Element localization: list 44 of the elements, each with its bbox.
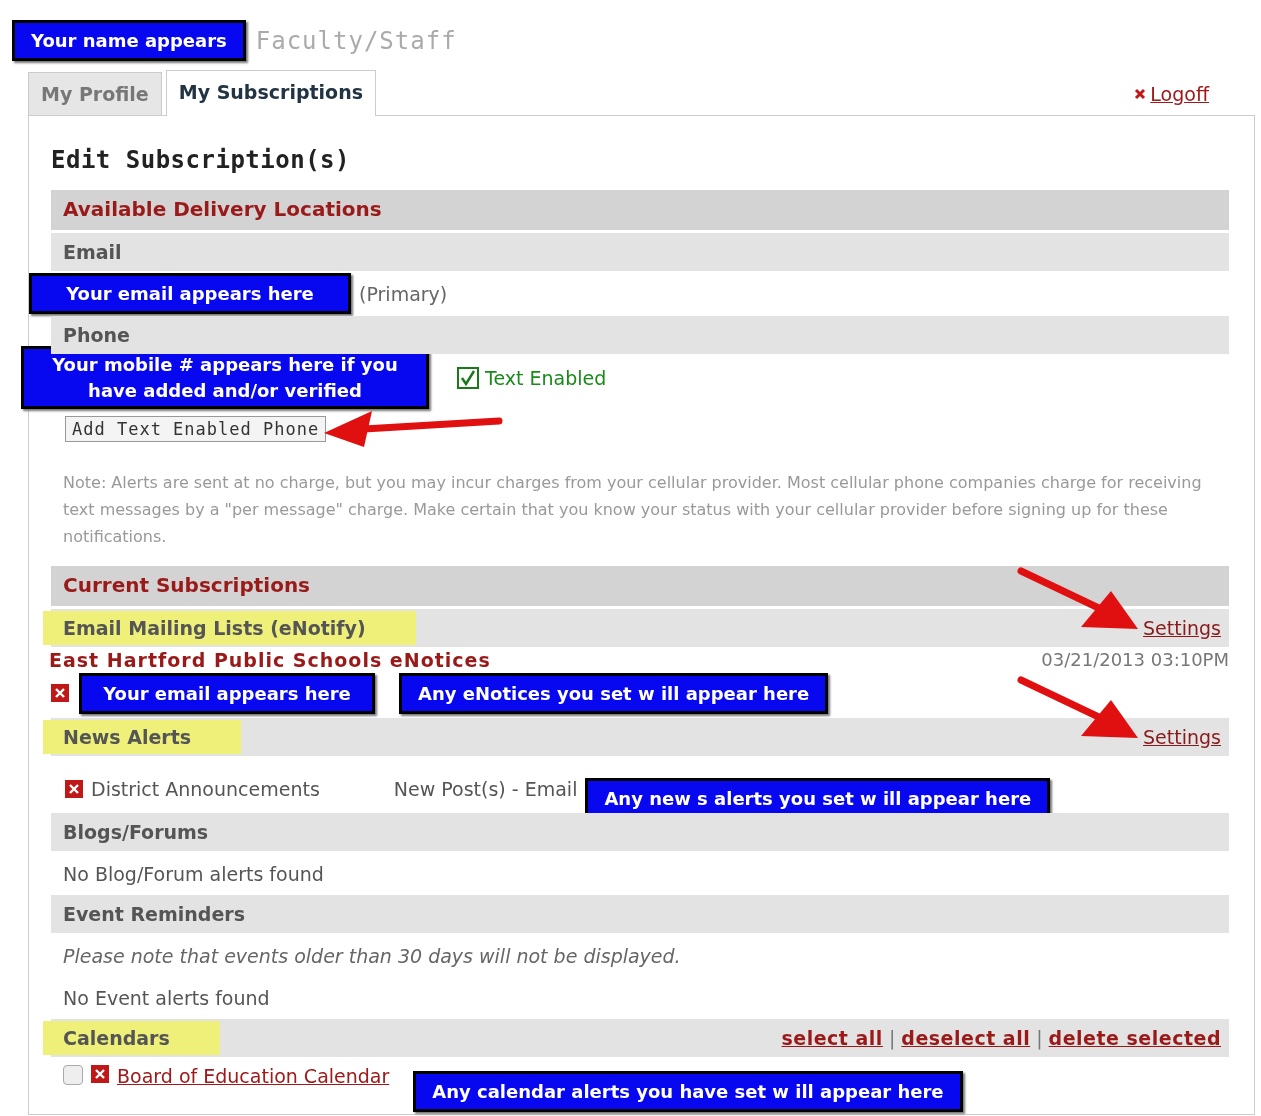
delete-icon[interactable] [91, 1065, 109, 1084]
date-text: 03/21/2013 03:10PM [1041, 649, 1229, 671]
annotation-note: Your name appears [12, 20, 246, 62]
annotation-note: Any calendar alerts you have set w ill appear here [413, 1071, 963, 1113]
tab[interactable]: My Subscriptions [165, 70, 376, 117]
subsection-title: Email Mailing Lists (eNotify) [43, 610, 416, 645]
subsection-title: Email [63, 241, 122, 264]
calendar-link[interactable]: Board of Education Calendar [117, 1065, 390, 1088]
checkbox-label: Text Enabled [485, 366, 607, 389]
subsection-title: Event Reminders [63, 903, 245, 926]
close-icon [1134, 88, 1147, 101]
delete-icon[interactable] [51, 684, 69, 703]
role-label: Faculty/Staff [255, 26, 457, 55]
subsection-title: Calendars [43, 1021, 220, 1056]
email-tag: (Primary) [359, 282, 448, 305]
action-link[interactable]: select all [781, 1027, 883, 1050]
subsection-title: News Alerts [43, 719, 242, 754]
section-header: Current Subscriptions [51, 565, 1229, 606]
annotation-note: Your email appears here [29, 273, 351, 315]
section-header: Available Delivery Locations [51, 190, 1229, 231]
list-name: East Hartford Public Schools eNotices [49, 648, 491, 671]
logoff-link[interactable]: Logoff [1150, 83, 1209, 106]
subsection-title: Blogs/Forums [63, 821, 209, 844]
separator: | [888, 1027, 896, 1050]
empty-message: No Event alerts found [62, 986, 271, 1012]
notice-text: Please note that events older than 30 days will not be displayed. [62, 944, 682, 970]
annotation-note: Your email appears here [79, 672, 375, 714]
settings-link[interactable]: Settings [1143, 616, 1221, 639]
delete-icon[interactable] [65, 779, 83, 798]
action-link[interactable]: deselect all [901, 1027, 1031, 1050]
checkbox[interactable] [63, 1065, 83, 1086]
add-phone-button[interactable]: Add Text Enabled Phone [65, 415, 327, 442]
action-link[interactable]: delete selected [1048, 1027, 1221, 1050]
checkbox[interactable] [457, 366, 479, 389]
disclaimer-text: Note: Alerts are sent at no charge, but you may incur charges from your cellular provider. Most cellular phone companies charge for receiving text messages by a "per message" charge. Make certain that you know your status with your cellular provider before signing up for these notifications. [62, 471, 1203, 548]
subsection-title: Phone [63, 324, 130, 347]
page-title: Edit Subscription(s) [51, 146, 351, 175]
alert-name: District Announcements [91, 777, 320, 800]
separator: | [1036, 1027, 1043, 1050]
empty-message: No Blog/Forum alerts found [62, 862, 325, 888]
alert-type: New Post(s) - Email [393, 777, 578, 800]
settings-link[interactable]: Settings [1143, 725, 1221, 748]
tab[interactable]: My Profile [28, 72, 162, 116]
annotation-note: Any eNotices you set w ill appear here [399, 672, 829, 714]
